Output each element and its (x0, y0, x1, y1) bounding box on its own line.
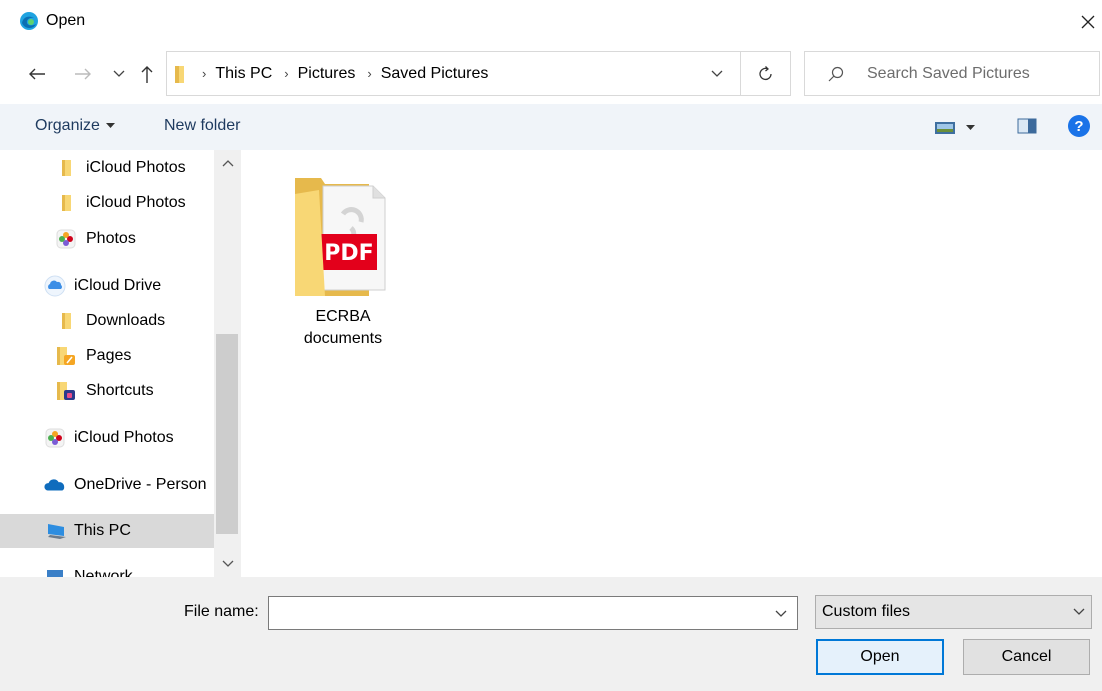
nav-item-label: Downloads (86, 312, 166, 329)
nav-item-label: Shortcuts (86, 382, 154, 399)
file-name-label: File name: (184, 603, 259, 620)
nav-item-icloud-drive[interactable]: iCloud Drive (0, 269, 214, 303)
help-button[interactable]: ? (1067, 114, 1091, 138)
preview-pane-icon (1017, 118, 1037, 134)
folder-icon (55, 157, 77, 179)
file-name-input[interactable] (273, 602, 753, 622)
nav-item-icloud-photos-app[interactable]: iCloud Photos (0, 421, 214, 455)
caret-down-icon (966, 125, 975, 130)
navigation-pane[interactable]: iCloud Photos iCloud Photos Photos iClou… (0, 150, 241, 577)
svg-text:?: ? (1074, 118, 1083, 135)
nav-item-label: Pages (86, 347, 132, 364)
nav-item-pages[interactable]: Pages (0, 339, 214, 373)
help-icon: ? (1068, 115, 1090, 137)
preview-pane-button[interactable] (1017, 117, 1037, 137)
nav-item-shortcuts[interactable]: Shortcuts (0, 374, 214, 408)
onedrive-icon (44, 474, 66, 496)
nav-item-label: This PC (74, 522, 131, 539)
breadcrumb-this-pc[interactable]: This PC (215, 65, 272, 83)
large-icons-view-icon (935, 122, 955, 134)
nav-item-label: iCloud Drive (74, 277, 162, 294)
folder-name-line-2: documents (303, 330, 383, 347)
pdf-badge-text: PDF (324, 241, 373, 266)
back-button[interactable] (22, 60, 52, 88)
open-button[interactable]: Open (816, 639, 944, 675)
folder-icon (55, 192, 77, 214)
chevron-up-icon (222, 160, 233, 167)
nav-item-label: iCloud Photos (86, 159, 186, 176)
nav-item-downloads[interactable]: Downloads (0, 304, 214, 338)
breadcrumb-separator: › (202, 66, 207, 81)
file-type-dropdown-button[interactable] (1071, 604, 1087, 620)
nav-item-this-pc[interactable]: This PC (0, 514, 214, 548)
chevron-down-icon (222, 560, 233, 567)
refresh-icon (758, 65, 772, 80)
recent-locations-button[interactable] (108, 60, 130, 88)
file-type-value: Custom files (822, 603, 911, 620)
caret-down-icon (105, 123, 115, 128)
forward-arrow-icon (75, 68, 91, 80)
address-bar[interactable]: › This PC › Pictures › Saved Pictures (166, 51, 741, 96)
chevron-down-icon (113, 70, 125, 77)
up-arrow-icon (141, 66, 153, 83)
address-dropdown-button[interactable] (707, 64, 727, 84)
network-icon (44, 566, 66, 577)
this-pc-icon (46, 520, 68, 542)
folder-icon (55, 310, 77, 332)
nav-item-icloud-photos[interactable]: iCloud Photos (0, 151, 214, 185)
pages-folder-icon (55, 345, 77, 367)
photos-icon (44, 427, 66, 449)
title-bar (0, 0, 1102, 44)
back-arrow-icon (29, 68, 45, 80)
search-icon (828, 66, 844, 81)
file-name-dropdown-button[interactable] (772, 605, 790, 623)
folder-item-ecrba-documents[interactable]: PDF ECRBA documents (285, 168, 401, 358)
chevron-down-icon (711, 70, 723, 77)
photos-icon (55, 228, 77, 250)
nav-item-onedrive[interactable]: OneDrive - Person (0, 468, 214, 502)
organize-label: Organize (35, 117, 100, 134)
breadcrumb-separator: › (284, 66, 289, 81)
folder-label: ECRBA documents (285, 306, 401, 350)
nav-item-label: iCloud Photos (86, 194, 186, 211)
folder-name-line-1: ECRBA (315, 308, 371, 325)
new-folder-button[interactable]: New folder (164, 117, 240, 135)
close-icon (1081, 15, 1095, 29)
scroll-up-button[interactable] (214, 150, 241, 176)
search-box[interactable] (804, 51, 1100, 96)
refresh-button[interactable] (741, 51, 791, 96)
breadcrumb-saved-pictures[interactable]: Saved Pictures (381, 65, 489, 83)
nav-item-icloud-photos[interactable]: iCloud Photos (0, 186, 214, 220)
file-name-combobox[interactable] (268, 596, 798, 630)
nav-item-label: OneDrive - Person (74, 476, 207, 493)
icloud-icon (44, 275, 66, 297)
chevron-down-icon (1073, 608, 1085, 615)
change-view-button[interactable] (934, 117, 986, 139)
scrollbar-thumb[interactable] (216, 334, 238, 534)
chevron-down-icon (775, 610, 787, 617)
nav-item-label: Photos (86, 230, 136, 247)
close-button[interactable] (1074, 8, 1102, 36)
nav-item-photos[interactable]: Photos (0, 222, 214, 256)
window-title: Open (46, 12, 86, 29)
breadcrumb-separator: › (367, 66, 372, 81)
search-input[interactable] (865, 63, 1095, 84)
breadcrumb-pictures[interactable]: Pictures (298, 65, 356, 83)
scroll-down-button[interactable] (214, 551, 241, 577)
file-type-select[interactable]: Custom files (815, 595, 1092, 629)
pdf-folder-icon: PDF (295, 178, 386, 296)
nav-item-label: Network (74, 568, 133, 577)
edge-app-icon (19, 11, 39, 31)
forward-button[interactable] (68, 60, 98, 88)
organize-button[interactable]: Organize (35, 117, 115, 135)
cancel-button[interactable]: Cancel (963, 639, 1090, 675)
nav-item-network[interactable]: Network (0, 560, 214, 577)
up-button[interactable] (134, 60, 160, 88)
nav-item-label: iCloud Photos (74, 429, 174, 446)
shortcuts-folder-icon (55, 380, 77, 402)
folder-icon (175, 65, 184, 83)
